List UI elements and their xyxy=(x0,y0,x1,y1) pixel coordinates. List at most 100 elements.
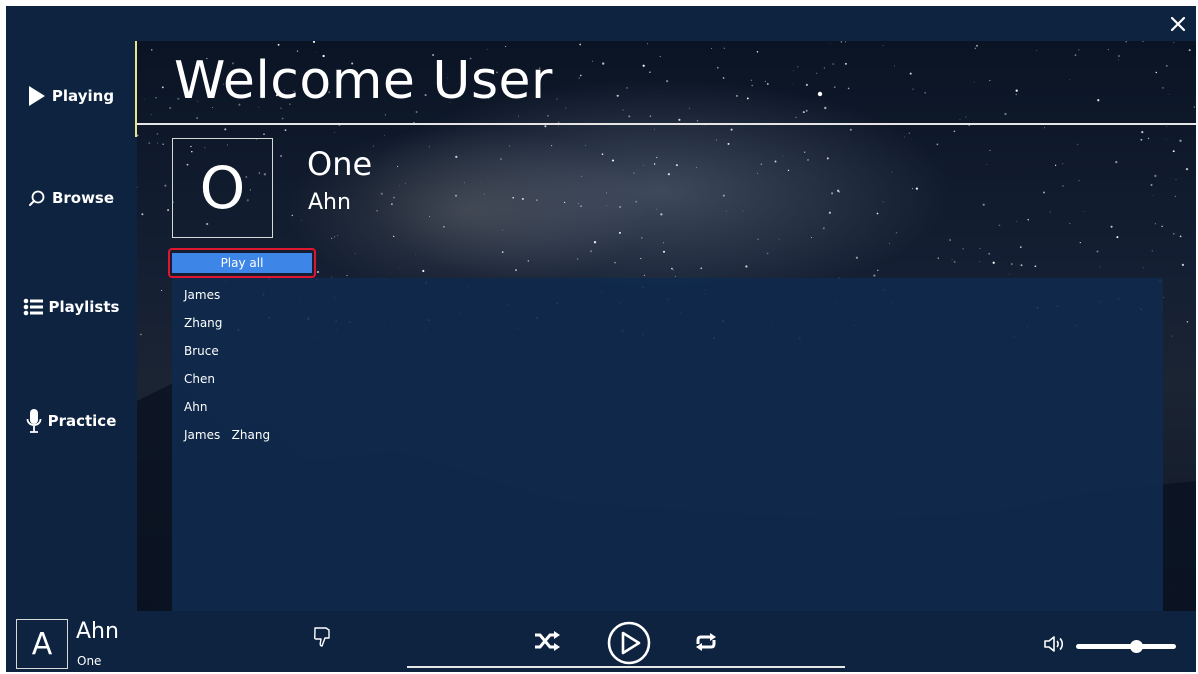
repeat-button[interactable] xyxy=(693,631,719,653)
star xyxy=(849,128,852,131)
app-window: Playing Browse Playlists Practice Welcom… xyxy=(6,6,1196,672)
star xyxy=(982,203,985,206)
star xyxy=(398,267,399,268)
star xyxy=(291,214,294,217)
star xyxy=(337,235,339,237)
star xyxy=(618,231,621,234)
star xyxy=(908,132,910,134)
star xyxy=(649,71,651,73)
star xyxy=(894,65,896,67)
star xyxy=(745,265,748,268)
star xyxy=(277,43,280,46)
star xyxy=(988,252,991,255)
star xyxy=(951,258,953,260)
album-artist: Ahn xyxy=(308,190,351,215)
list-item[interactable]: James xyxy=(184,288,220,308)
star xyxy=(390,203,393,206)
shuffle-icon xyxy=(535,631,560,651)
star xyxy=(137,186,138,188)
sidebar-item-playlists[interactable]: Playlists xyxy=(6,287,136,327)
star xyxy=(1173,42,1175,43)
star xyxy=(1179,235,1182,238)
star xyxy=(502,229,503,231)
star xyxy=(1154,223,1156,225)
star xyxy=(1069,222,1071,224)
sidebar-item-browse[interactable]: Browse xyxy=(6,178,136,218)
star xyxy=(415,111,418,113)
star xyxy=(833,86,836,89)
star xyxy=(816,72,818,74)
star xyxy=(965,116,967,118)
sidebar-item-playing[interactable]: Playing xyxy=(6,76,136,116)
star xyxy=(1115,161,1118,164)
star xyxy=(547,115,549,117)
star xyxy=(455,194,457,197)
star xyxy=(463,182,466,184)
star xyxy=(642,64,645,67)
star xyxy=(169,106,172,110)
star xyxy=(1171,335,1173,337)
star xyxy=(1062,163,1064,165)
sidebar-item-practice[interactable]: Practice xyxy=(6,401,136,441)
star xyxy=(757,238,759,241)
star xyxy=(725,210,727,212)
thumbs-down-button[interactable] xyxy=(312,625,334,649)
list-item[interactable]: Ahn xyxy=(184,400,207,420)
star xyxy=(750,79,753,81)
star xyxy=(1162,87,1164,89)
star xyxy=(614,262,616,264)
volume-slider-handle[interactable] xyxy=(1130,640,1143,653)
shuffle-button[interactable] xyxy=(532,629,562,653)
star xyxy=(148,142,151,145)
star xyxy=(593,241,597,244)
star xyxy=(535,199,538,201)
star xyxy=(742,210,744,212)
star xyxy=(483,193,485,195)
star xyxy=(806,158,810,161)
list-item[interactable]: Chen xyxy=(184,372,215,392)
star xyxy=(301,220,302,221)
star xyxy=(877,269,879,272)
star xyxy=(405,182,406,184)
volume-button[interactable] xyxy=(1042,634,1066,654)
volume-slider[interactable] xyxy=(1076,640,1176,653)
star xyxy=(383,135,385,137)
star xyxy=(1151,250,1153,252)
star xyxy=(1155,71,1158,74)
star xyxy=(828,211,832,214)
close-icon xyxy=(1170,16,1186,31)
star xyxy=(1141,131,1144,134)
star xyxy=(590,250,593,253)
progress-bar[interactable] xyxy=(407,666,845,668)
star xyxy=(399,185,400,187)
star xyxy=(580,205,582,208)
play-all-button[interactable]: Play all xyxy=(172,253,312,273)
star xyxy=(137,134,139,137)
star xyxy=(804,151,806,153)
star xyxy=(805,83,809,87)
star xyxy=(1011,263,1013,265)
star xyxy=(642,165,644,166)
star xyxy=(317,271,319,273)
star xyxy=(792,70,794,72)
star xyxy=(688,107,690,109)
star xyxy=(512,196,514,199)
star xyxy=(393,196,395,199)
play-button[interactable] xyxy=(607,621,651,665)
star xyxy=(845,63,847,65)
list-item[interactable]: Zhang xyxy=(184,316,222,336)
now-playing-artist: Ahn xyxy=(76,619,119,644)
star xyxy=(415,253,416,255)
star xyxy=(334,236,336,238)
star xyxy=(500,158,502,160)
star xyxy=(924,91,927,94)
star xyxy=(659,56,661,58)
star xyxy=(517,115,520,117)
sidebar-item-label: Practice xyxy=(47,412,117,430)
star xyxy=(280,154,283,158)
list-item[interactable]: James Zhang xyxy=(184,428,270,448)
star xyxy=(224,128,227,131)
close-button[interactable] xyxy=(1160,6,1196,41)
list-item[interactable]: Bruce xyxy=(184,344,219,364)
star xyxy=(889,242,890,244)
